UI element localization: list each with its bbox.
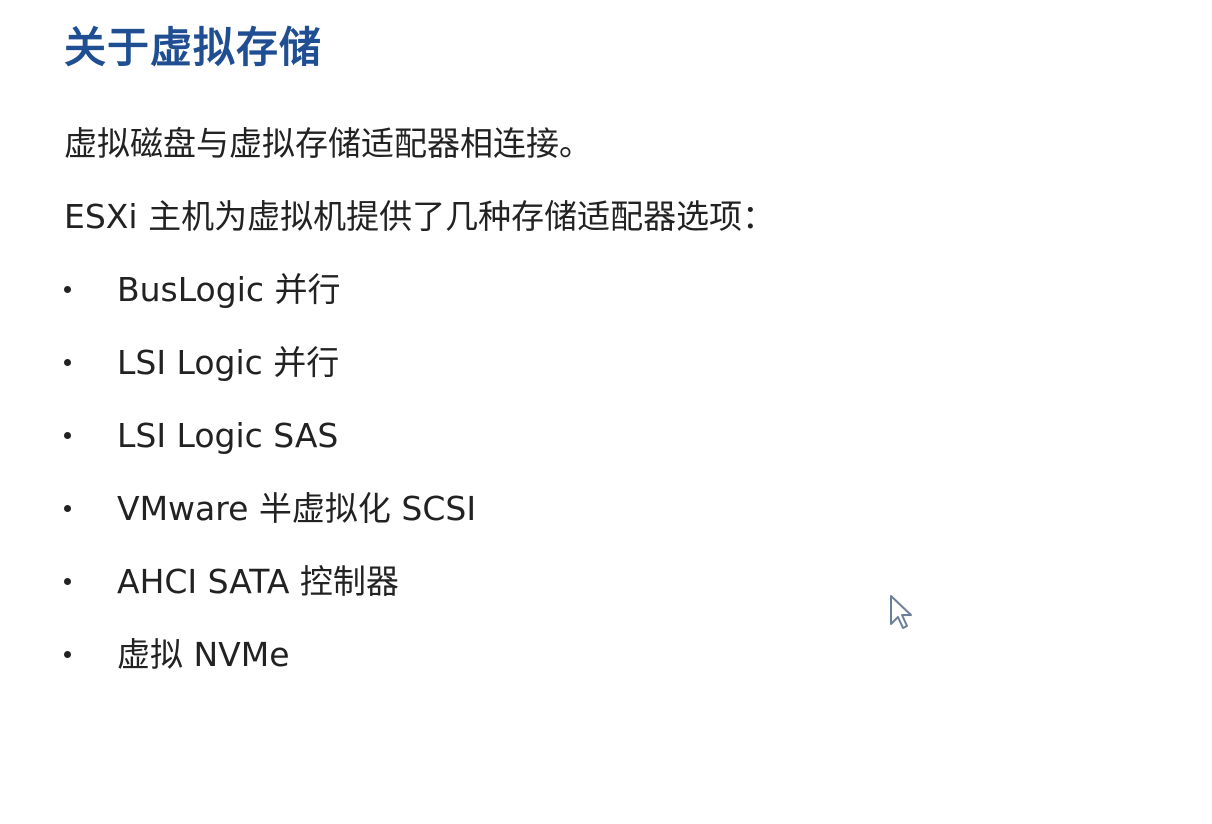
list-item-label: VMware 半虚拟化 SCSI xyxy=(117,489,477,528)
bullet-icon xyxy=(64,286,71,293)
bullet-icon xyxy=(64,432,71,439)
list-item-label: LSI Logic 并行 xyxy=(117,343,340,382)
slide: 关于虚拟存储 虚拟磁盘与虚拟存储适配器相连接。 ESXi 主机为虚拟机提供了几种… xyxy=(0,0,1212,824)
bullet-icon xyxy=(64,651,71,658)
bullet-icon xyxy=(64,578,71,585)
options-paragraph: ESXi 主机为虚拟机提供了几种存储适配器选项： xyxy=(64,197,776,236)
bullet-icon xyxy=(64,359,71,366)
mouse-pointer-icon xyxy=(890,595,912,629)
bullet-icon xyxy=(64,505,71,512)
list-item-label: 虚拟 NVMe xyxy=(117,635,290,674)
slide-title: 关于虚拟存储 xyxy=(64,23,323,72)
list-item-label: LSI Logic SAS xyxy=(117,416,339,455)
list-item-label: BusLogic 并行 xyxy=(117,270,341,309)
intro-paragraph: 虚拟磁盘与虚拟存储适配器相连接。 xyxy=(64,124,592,163)
list-item-label: AHCI SATA 控制器 xyxy=(117,562,399,601)
